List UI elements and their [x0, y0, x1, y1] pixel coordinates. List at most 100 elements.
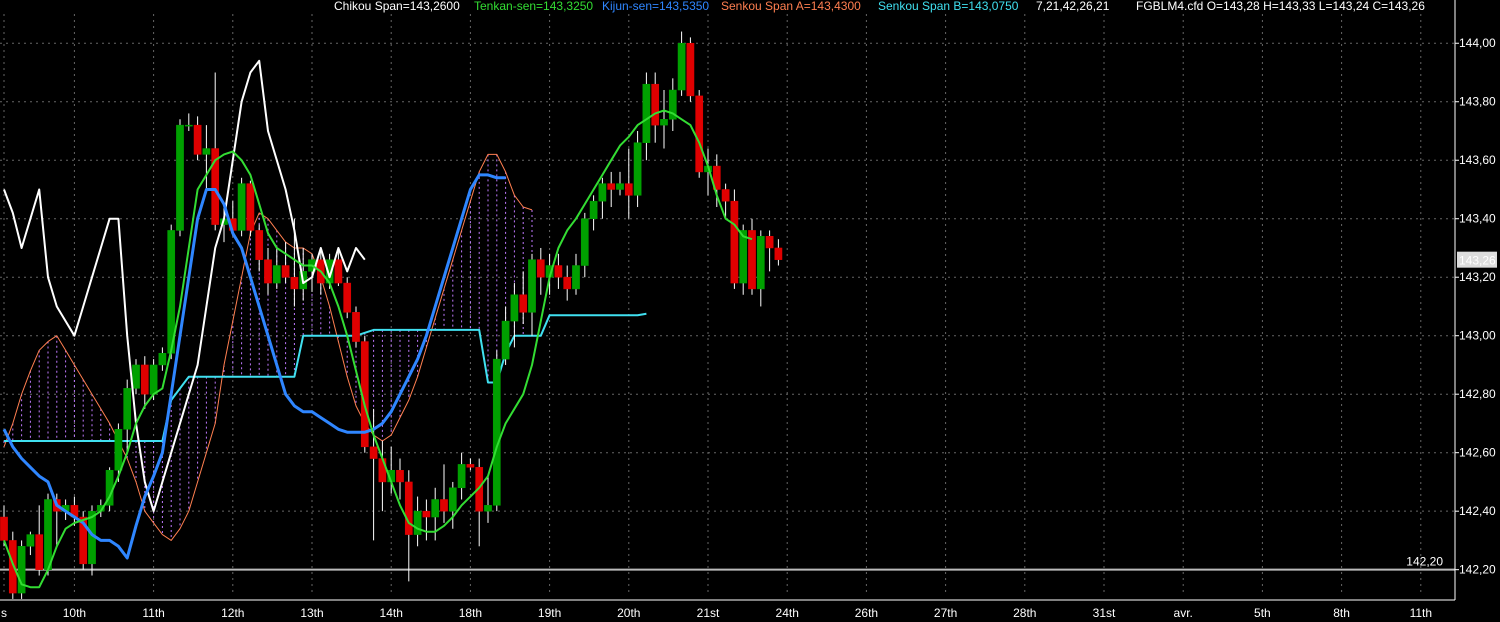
candle-body [457, 464, 466, 489]
candle-body [431, 499, 440, 518]
candle-body [633, 142, 642, 196]
x-tick-label: 20th [617, 606, 640, 620]
candle-body [492, 358, 501, 506]
candle-body [536, 259, 545, 278]
x-tick-label: 27th [934, 606, 957, 620]
candle-body [739, 230, 748, 284]
candle-body [281, 265, 290, 278]
x-tick-label: 18th [459, 606, 482, 620]
x-tick-label: 21st [697, 606, 720, 620]
candle-body [352, 312, 360, 342]
chikou-line [3, 59, 366, 513]
candle-body [132, 364, 140, 389]
x-tick-label: 24th [776, 606, 799, 620]
candle-body [580, 218, 589, 266]
candle-body [378, 458, 387, 483]
candle-body [677, 42, 686, 91]
x-tick-label: 14th [380, 606, 403, 620]
candle-body [519, 294, 528, 313]
y-tick-label: 143,20 [1459, 270, 1496, 284]
candle-body [651, 83, 660, 126]
header-tenkan: Tenkan-sen=143,3250 [474, 0, 593, 13]
candle-body [695, 95, 704, 173]
candle-body [369, 446, 378, 459]
candle-body [193, 124, 202, 155]
candle-body [396, 469, 404, 483]
x-tick-label: 26th [855, 606, 878, 620]
y-tick-label: 143,80 [1459, 95, 1496, 109]
candle-body [334, 259, 343, 284]
candle-body [756, 236, 765, 290]
candle-body [290, 276, 299, 290]
candle-body [255, 230, 264, 260]
x-tick-label: 19th [538, 606, 561, 620]
candle-body [466, 464, 475, 468]
candle-body [44, 499, 52, 570]
candle-body [422, 510, 431, 518]
candle-body [528, 259, 536, 313]
candle-body [642, 83, 651, 143]
candle-body [123, 388, 132, 430]
candle-body [484, 505, 492, 512]
candle-body [440, 499, 448, 512]
y-tick-label: 143,60 [1459, 153, 1496, 167]
candle-body [184, 124, 193, 127]
candle-body [765, 236, 774, 249]
x-tick-label: 31st [1093, 606, 1116, 620]
ichimoku-chart[interactable]: 142,20 144,00 143,80 143,60 143,40 143,20 143… [0, 0, 1500, 622]
y-axis: 144,00 143,80 143,60 143,40 143,20 143,00 142,… [1454, 0, 1497, 600]
horizontal-line[interactable]: 142,20 [0, 555, 1455, 571]
candle-body [8, 540, 17, 594]
y-tick-label: 142,40 [1459, 504, 1496, 518]
x-tick-label: 11th [142, 606, 164, 620]
candle-body [598, 183, 607, 202]
candle-body [616, 183, 624, 190]
candle-body [158, 353, 167, 366]
header-senkou-a: Senkou Span A=143,4300 [721, 0, 861, 13]
candle-body [35, 534, 44, 570]
y-tick-label: 143,40 [1459, 212, 1496, 226]
candle-body [774, 247, 783, 260]
candle-body [114, 429, 123, 471]
candle-body [510, 294, 519, 322]
candle-body [0, 516, 8, 541]
header-kijun: Kijun-sen=143,5350 [602, 0, 709, 13]
candle-body [272, 265, 281, 284]
y-tick-label: 142,20 [1459, 563, 1496, 577]
x-tick-label: avr. [1174, 606, 1193, 620]
candle-body [140, 364, 149, 395]
candle-body [730, 200, 739, 284]
x-tick-label: 5th [1254, 606, 1271, 620]
candle-body [237, 183, 246, 231]
candle-body [572, 265, 580, 290]
kijun-path [2, 173, 506, 560]
y-tick-label: 142,60 [1459, 446, 1496, 460]
candle-body [149, 364, 158, 395]
header-senkou-b: Senkou Span B=143,0750 [878, 0, 1019, 13]
chikou-path [3, 59, 366, 513]
y-tick-label: 143,00 [1459, 329, 1496, 343]
candle-body [413, 510, 422, 535]
y-tick-label: 144,00 [1459, 36, 1496, 50]
candle-body [554, 265, 563, 278]
candle-body [624, 183, 633, 196]
candle-body [26, 534, 35, 547]
grid [0, 14, 1455, 596]
candle-body [404, 481, 413, 535]
horizontal-line-label: 142,20 [1406, 555, 1443, 569]
candle-body [686, 42, 695, 97]
x-tick-label: 12th [221, 606, 244, 620]
header-chikou: Chikou Span=143,2600 [334, 0, 460, 13]
header: Chikou Span=143,2600 Tenkan-sen=143,3250… [334, 0, 1425, 13]
candle-body [264, 259, 272, 284]
kijun-line [2, 173, 506, 560]
candle-body [202, 148, 211, 155]
candle-body [343, 282, 352, 313]
candle-body [607, 183, 616, 190]
header-params: 7,21,42,26,21 [1036, 0, 1110, 13]
x-tick-label: 28th [1013, 606, 1036, 620]
x-tick-label: 11th [1410, 606, 1432, 620]
x-axis: s 10th 11th 12th 13th 14th 18th 19th 20th 21st 24t… [0, 599, 1455, 620]
candle-body [721, 189, 730, 202]
candle-body [660, 119, 668, 126]
